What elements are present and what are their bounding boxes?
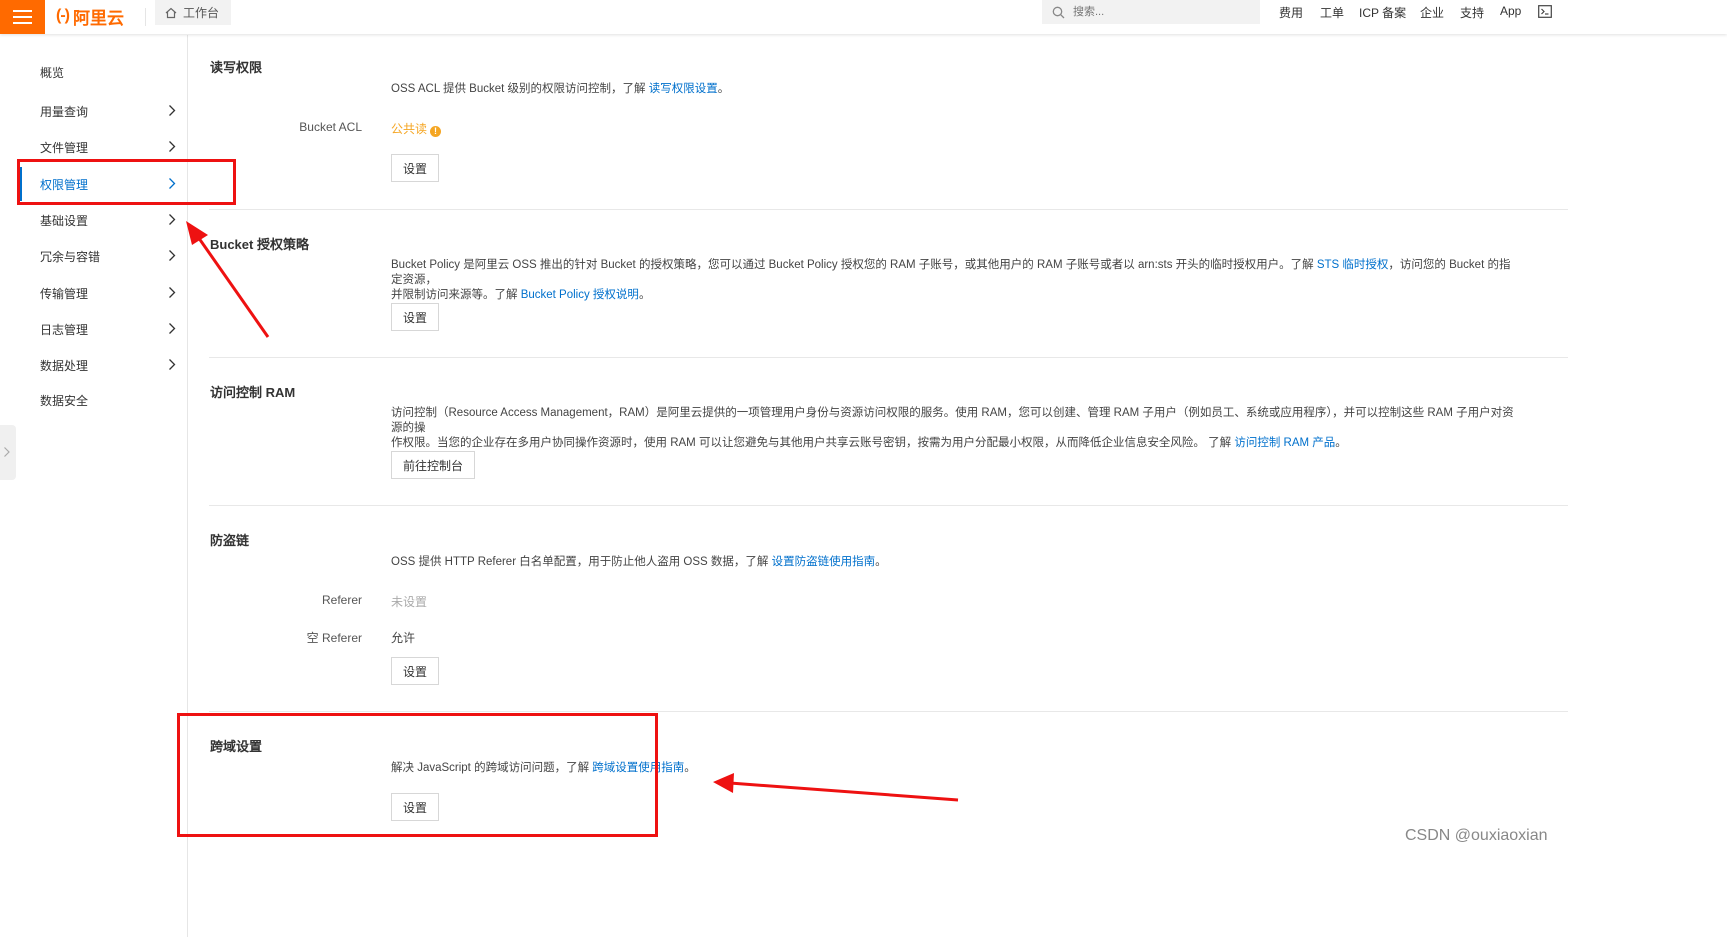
sidebar-item-basic-settings[interactable]: 基础设置 [20, 203, 186, 237]
nav-billing[interactable]: 费用 [1279, 4, 1303, 21]
chevron-right-icon [169, 287, 176, 298]
nav-enterprise[interactable]: 企业 [1420, 4, 1444, 21]
sidebar-item-usage[interactable]: 用量查询 [20, 94, 186, 128]
section-divider [209, 357, 1568, 358]
bucket-acl-value: 公共读! [391, 120, 442, 137]
workbench-label: 工作台 [183, 6, 220, 20]
empty-referer-label: 空 Referer [306, 631, 362, 645]
workbench-button[interactable]: 工作台 [155, 0, 232, 25]
acl-doc-link[interactable]: 读写权限设置 [649, 83, 718, 95]
menu-icon [13, 10, 32, 12]
sidebar-item-data-processing[interactable]: 数据处理 [20, 348, 186, 382]
aliyun-logo-icon: (-) [56, 7, 70, 24]
nav-tickets[interactable]: 工单 [1320, 4, 1344, 21]
section-divider [209, 711, 1568, 712]
sidebar-item-transfer[interactable]: 传输管理 [20, 276, 186, 310]
sidebar-item-label: 数据安全 [40, 393, 89, 408]
hamburger-menu-button[interactable] [0, 0, 45, 34]
sidebar-item-data-security[interactable]: 数据安全 [20, 383, 186, 417]
chevron-right-icon [169, 141, 176, 152]
sidebar-item-label: 概览 [40, 65, 65, 80]
ram-description: 访问控制（Resource Access Management，RAM）是阿里云… [391, 407, 1514, 449]
sts-doc-link[interactable]: STS 临时授权 [1317, 259, 1389, 271]
sidebar-item-overview[interactable]: 概览 [20, 55, 186, 89]
sidebar-item-label: 日志管理 [40, 322, 89, 337]
search-input[interactable] [1071, 5, 1245, 19]
chevron-right-icon [169, 359, 176, 370]
watermark: CSDN @ouxiaoxian [1405, 827, 1548, 844]
referer-value: 未设置 [391, 595, 428, 609]
sidebar-item-logs[interactable]: 日志管理 [20, 312, 186, 346]
bucket-acl-label: Bucket ACL [299, 120, 362, 134]
annotation-box-cors [177, 713, 658, 837]
sidebar-item-label: 数据处理 [40, 358, 89, 373]
home-icon [165, 7, 177, 18]
warning-icon: ! [430, 126, 442, 137]
aliyun-logo[interactable]: (-) 阿里云 [56, 5, 124, 28]
sidebar-item-label: 基础设置 [40, 213, 89, 228]
sidebar-item-label: 传输管理 [40, 286, 89, 301]
referer-description: OSS 提供 HTTP Referer 白名单配置，用于防止他人盗用 OSS 数… [391, 556, 887, 568]
chevron-right-icon [169, 214, 176, 225]
empty-referer-value: 允许 [391, 631, 416, 645]
top-bar: (-) 阿里云 工作台 费用 工单 ICP 备案 企业 支持 App [0, 0, 1727, 34]
annotation-arrow-cors [713, 773, 959, 802]
sidebar-item-label: 文件管理 [40, 140, 89, 155]
referer-doc-link[interactable]: 设置防盗链使用指南 [772, 556, 876, 568]
search-box[interactable] [1042, 0, 1260, 24]
section-divider [209, 209, 1568, 210]
chevron-right-icon [169, 105, 176, 116]
bucket-policy-doc-link[interactable]: Bucket Policy 授权说明 [521, 289, 639, 301]
section-title-ram: 访问控制 RAM [210, 385, 296, 400]
acl-description: OSS ACL 提供 Bucket 级别的权限访问控制，了解 读写权限设置。 [391, 83, 730, 95]
nav-app[interactable]: App [1500, 4, 1521, 18]
acl-settings-button[interactable]: 设置 [391, 154, 440, 182]
logo-divider [145, 8, 146, 26]
nav-icp[interactable]: ICP 备案 [1359, 4, 1406, 21]
referer-label: Referer [321, 593, 362, 607]
section-title-acl: 读写权限 [210, 60, 263, 75]
sidebar-item-redundancy[interactable]: 冗余与容错 [20, 239, 186, 273]
ram-console-button[interactable]: 前往控制台 [391, 451, 476, 479]
sidebar-item-label: 用量查询 [40, 104, 89, 119]
search-icon [1052, 6, 1065, 18]
sidebar-item-label: 冗余与容错 [40, 249, 101, 264]
terminal-icon[interactable] [1538, 5, 1552, 18]
policy-settings-button[interactable]: 设置 [391, 303, 440, 331]
chevron-right-icon [169, 323, 176, 334]
section-title-bucket-policy: Bucket 授权策略 [210, 237, 309, 252]
logo-text: 阿里云 [72, 8, 124, 28]
section-title-referer: 防盗链 [210, 533, 250, 548]
chevron-right-icon [169, 250, 176, 261]
chevron-right-icon [4, 447, 10, 457]
annotation-box-permissions [17, 159, 236, 205]
ram-product-link[interactable]: 访问控制 RAM 产品 [1234, 437, 1335, 449]
sidebar-collapse-toggle[interactable] [0, 425, 16, 480]
policy-description: Bucket Policy 是阿里云 OSS 推出的针对 Bucket 的授权策… [391, 259, 1511, 301]
section-divider [209, 505, 1568, 506]
referer-settings-button[interactable]: 设置 [391, 657, 440, 685]
nav-support[interactable]: 支持 [1460, 4, 1484, 21]
